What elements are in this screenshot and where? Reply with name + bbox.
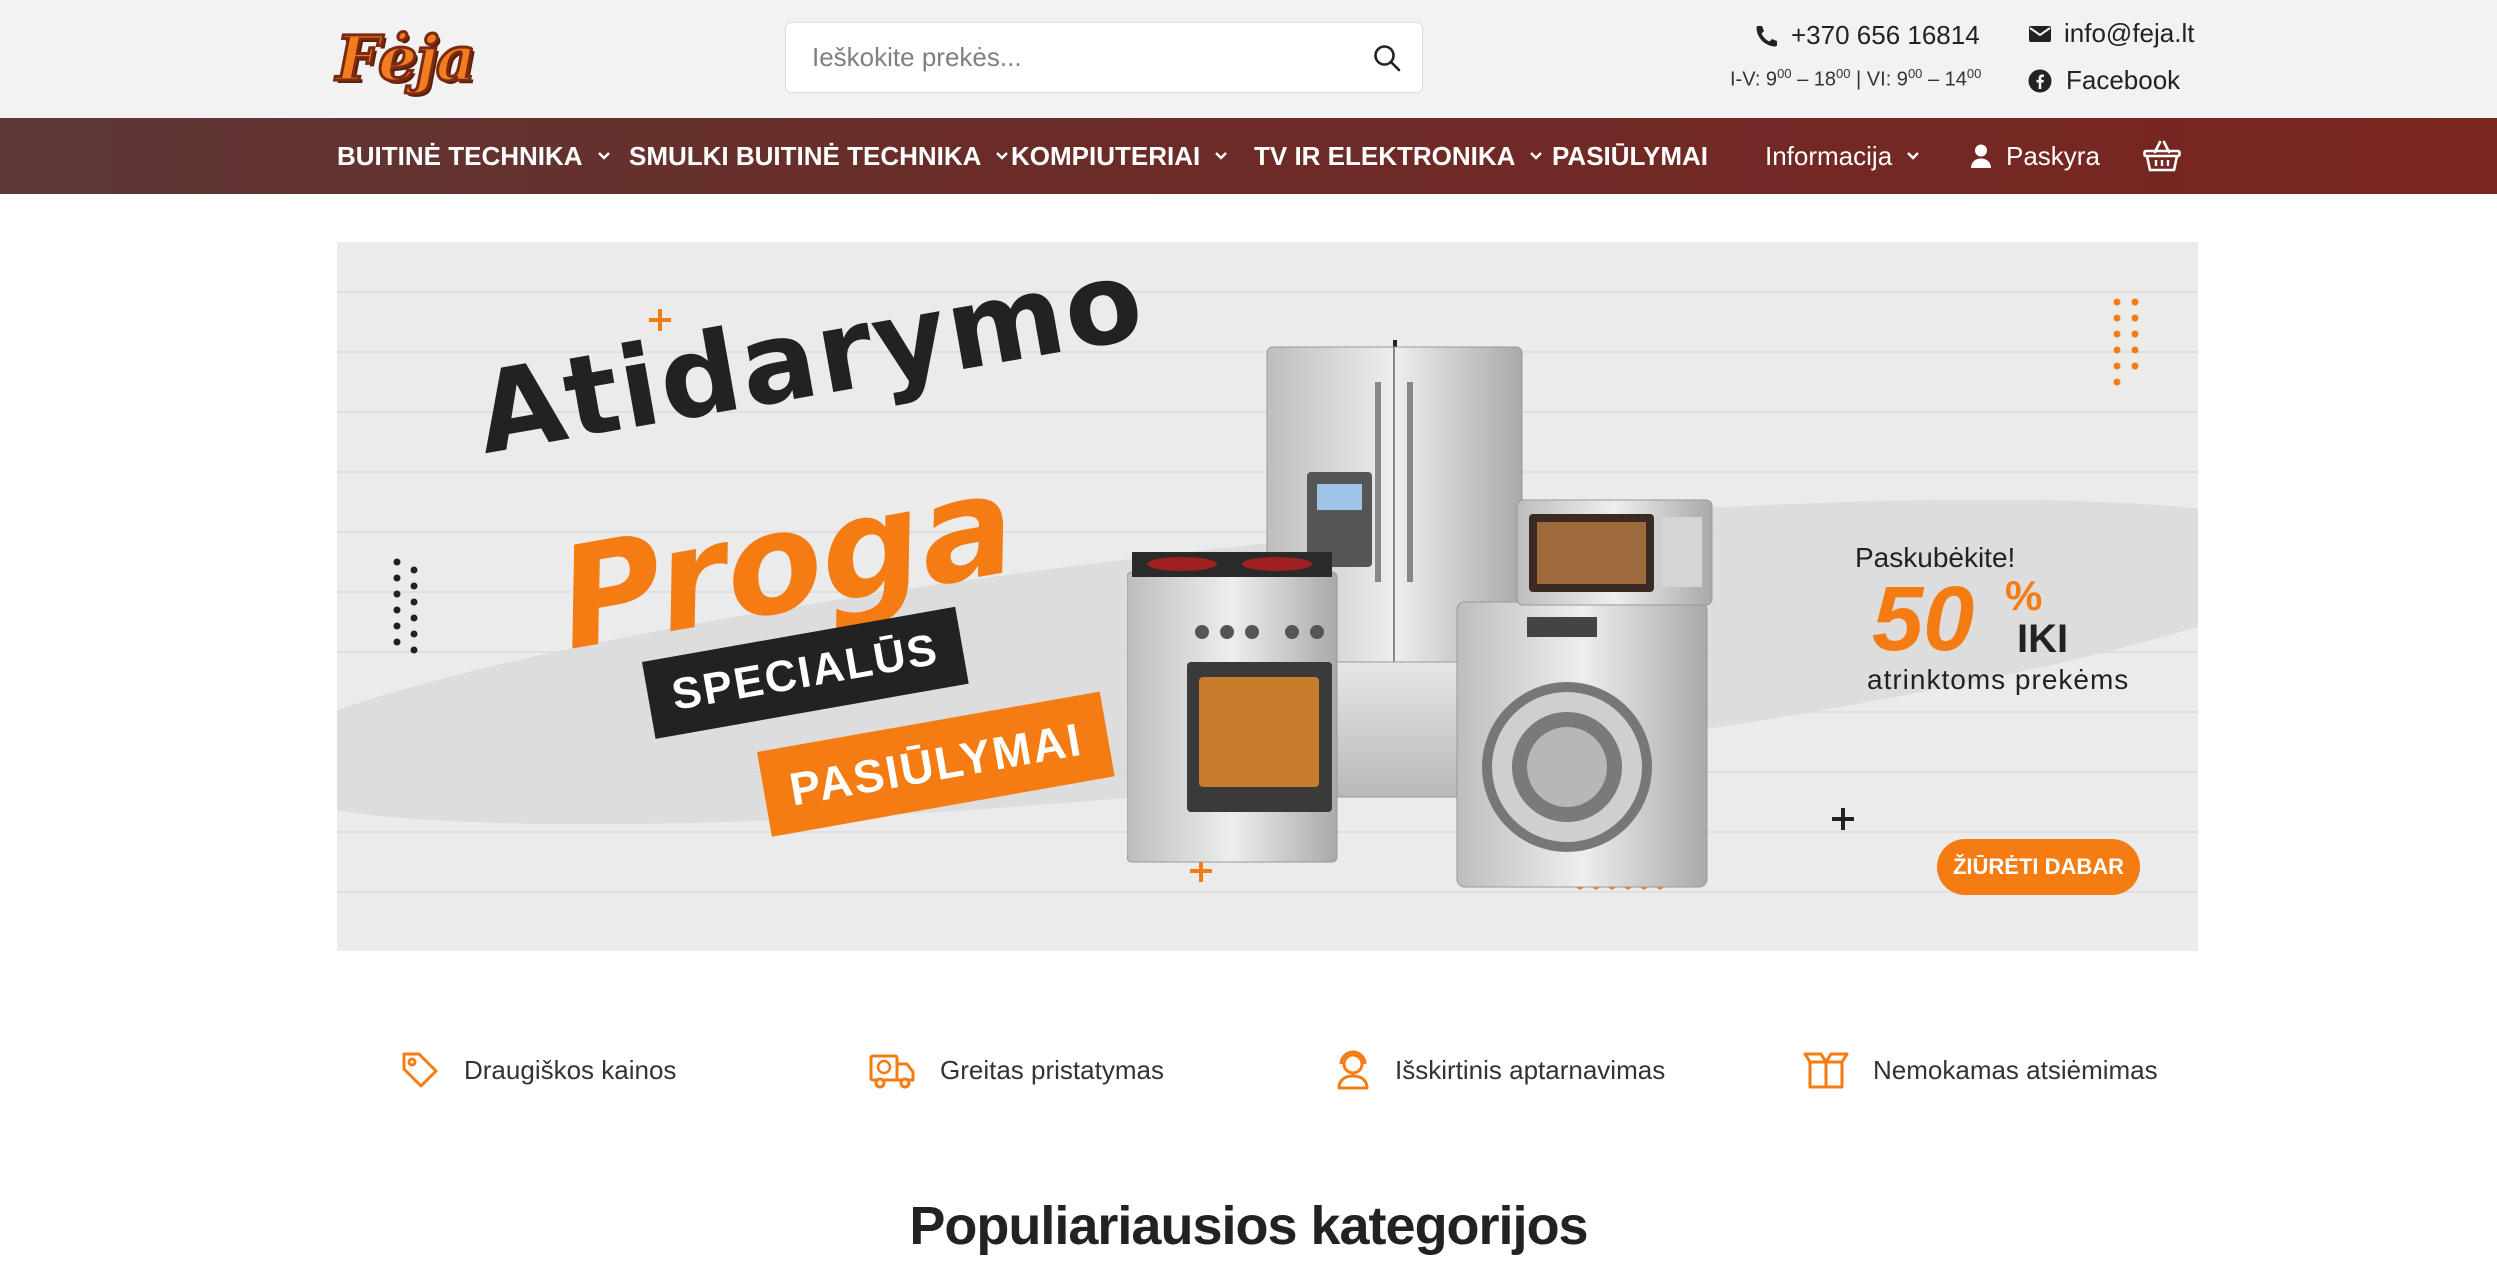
- nav-item-informacija[interactable]: Informacija: [1765, 118, 1920, 194]
- feature-label: Greitas pristatymas: [940, 1054, 1164, 1085]
- promo-note: atrinktoms prekėms: [1867, 664, 2130, 695]
- cart-button[interactable]: [2143, 118, 2181, 194]
- support-icon: [1337, 1050, 1369, 1090]
- chevron-down-icon: [1907, 152, 1920, 160]
- nav-item-label: SMULKI BUITINĖ TECHNIKA: [629, 140, 982, 171]
- section-title-popular-categories: Populiariausios kategorijos: [909, 1196, 1588, 1256]
- facebook-icon: [2028, 69, 2052, 92]
- logo-text: Fėja: [334, 22, 477, 95]
- promo-value: 50: [1872, 568, 1975, 670]
- nav-item-label: BUITINĖ TECHNIKA: [337, 140, 583, 171]
- chevron-down-icon: [1215, 152, 1228, 160]
- delivery-truck-icon: [869, 1054, 915, 1089]
- facebook-label: Facebook: [2066, 65, 2181, 95]
- nav-item-pasiulymai[interactable]: PASIŪLYMAI: [1552, 118, 1708, 194]
- top-bar: Fėja +370 656 16814 I-V: 900 – 1800 | VI…: [0, 0, 2497, 118]
- view-now-button[interactable]: ŽIŪRĖTI DABAR: [1937, 839, 2140, 895]
- appliances-illustration: [1127, 346, 1713, 888]
- search-icon: [1374, 44, 1401, 71]
- account-link[interactable]: Paskyra: [1970, 118, 2100, 194]
- basket-icon: [2143, 140, 2181, 172]
- nav-item-tv-ir-elektronika[interactable]: TV IR ELEKTRONIKA: [1254, 118, 1543, 194]
- search-button[interactable]: [1352, 23, 1422, 92]
- email-address: info@feja.lt: [2064, 18, 2195, 48]
- search-input[interactable]: [810, 26, 1352, 89]
- feature-free-pickup: Nemokamas atsiėmimas: [1803, 1045, 2158, 1095]
- chevron-down-icon: [996, 152, 1009, 160]
- nav-item-smulki-buitine-technika[interactable]: SMULKI BUITINĖ TECHNIKA: [629, 118, 1009, 194]
- nav-item-label: TV IR ELEKTRONIKA: [1254, 140, 1516, 171]
- feature-fast-delivery: Greitas pristatymas: [868, 1045, 1164, 1095]
- chevron-down-icon: [597, 152, 610, 160]
- nav-item-label: Informacija: [1765, 140, 1893, 171]
- phone-icon: [1756, 25, 1777, 46]
- price-tag-icon: [402, 1052, 438, 1088]
- account-label: Paskyra: [2006, 140, 2100, 171]
- feature-friendly-prices: Draugiškos kainos: [400, 1045, 676, 1095]
- user-icon: [1971, 144, 1991, 168]
- box-icon: [1803, 1052, 1849, 1089]
- nav-item-label: PASIŪLYMAI: [1552, 140, 1709, 171]
- main-navigation: BUITINĖ TECHNIKA SMULKI BUITINĖ TECHNIKA…: [0, 118, 2497, 194]
- opening-hours: I-V: 900 – 1800 | VI: 900 – 1400: [1730, 66, 1982, 91]
- phone-link[interactable]: +370 656 16814: [1755, 20, 1980, 51]
- feature-label: Draugiškos kainos: [464, 1054, 677, 1085]
- nav-item-label: KOMPIUTERIAI: [1011, 140, 1201, 171]
- hero-banner[interactable]: Atidarymo Proga SPECIALŪS PASIŪLYMAI Pas…: [337, 242, 2198, 951]
- email-link[interactable]: info@feja.lt: [2028, 18, 2194, 49]
- nav-item-buitine-technika[interactable]: BUITINĖ TECHNIKA: [337, 118, 611, 194]
- feature-label: Nemokamas atsiėmimas: [1873, 1054, 2158, 1085]
- feature-label: Išskirtinis aptarnavimas: [1395, 1054, 1666, 1085]
- envelope-icon: [2029, 25, 2051, 42]
- site-logo[interactable]: Fėja: [334, 22, 486, 96]
- feature-exceptional-service: Išskirtinis aptarnavimas: [1335, 1045, 1665, 1095]
- promo-percent: %: [2005, 572, 2043, 619]
- facebook-link[interactable]: Facebook: [2028, 65, 2180, 96]
- promo-iki: IKI: [2017, 617, 2069, 661]
- nav-item-kompiuteriai[interactable]: KOMPIUTERIAI: [1011, 118, 1228, 194]
- search-box: [785, 22, 1423, 93]
- phone-number: +370 656 16814: [1791, 20, 1980, 50]
- chevron-down-icon: [1530, 152, 1543, 160]
